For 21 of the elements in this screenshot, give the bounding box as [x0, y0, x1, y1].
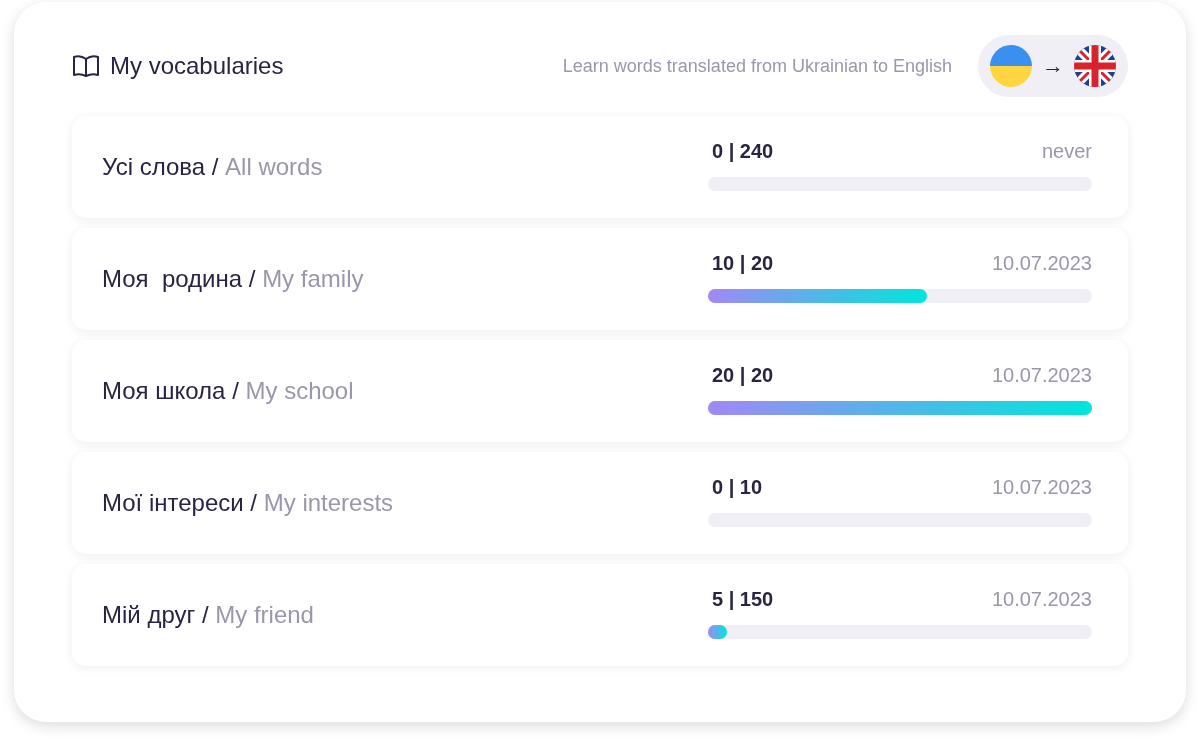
- subtitle: Learn words translated from Ukrainian to English: [562, 55, 952, 77]
- vocabulary-name: Мій друг / My friend: [102, 601, 315, 629]
- word-count: 10 | 20: [711, 251, 774, 275]
- vocabulary-name: Мої інтереси / My interests: [102, 489, 395, 517]
- word-count: 0 | 240: [711, 139, 774, 163]
- last-studied-date: 10.07.2023: [991, 587, 1092, 611]
- last-studied-date: 10.07.2023: [991, 251, 1092, 275]
- word-count: 0 | 10: [711, 475, 763, 499]
- uk-flag-icon: [1074, 45, 1116, 87]
- page-title: My vocabularies: [110, 52, 284, 80]
- ukraine-flag-icon: [990, 45, 1032, 87]
- last-studied-date: 10.07.2023: [991, 363, 1092, 387]
- vocabulary-name: Моя родина / My family: [102, 265, 365, 293]
- vocabulary-name: Моя школа / My school: [102, 377, 355, 405]
- arrow-icon: →: [1042, 53, 1064, 79]
- last-studied-date: 10.07.2023: [991, 475, 1092, 499]
- book-icon: [72, 55, 100, 77]
- word-count: 20 | 20: [711, 363, 774, 387]
- word-count: 5 | 150: [711, 587, 774, 611]
- vocabulary-name: Усі слова / All words: [102, 153, 324, 181]
- last-studied-date: never: [1041, 139, 1092, 163]
